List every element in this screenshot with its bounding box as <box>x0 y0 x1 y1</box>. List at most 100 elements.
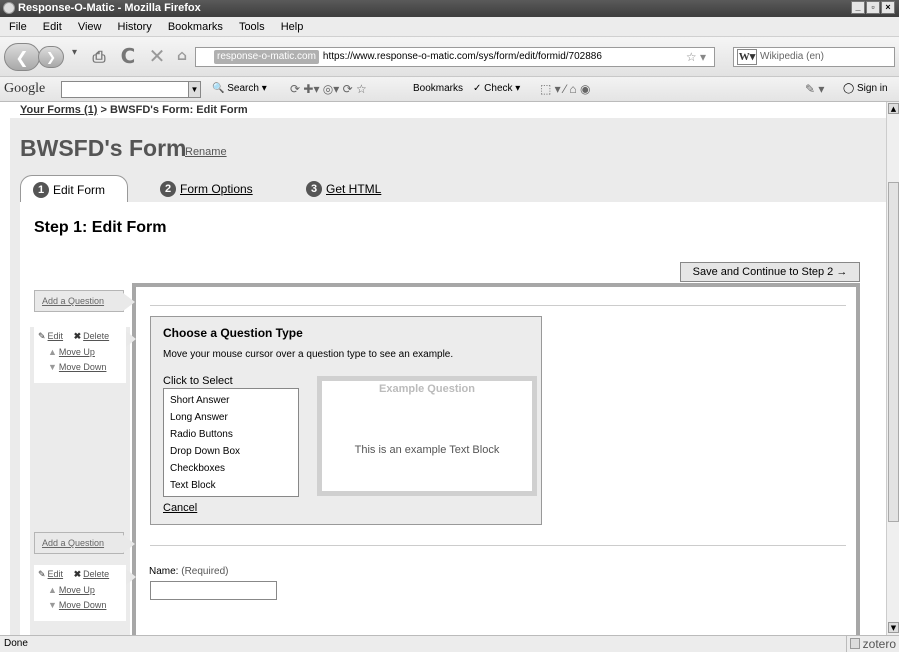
menu-view[interactable]: View <box>78 21 102 33</box>
option-short-answer[interactable]: Short Answer <box>170 392 292 409</box>
step-2-badge: 2 <box>160 180 176 197</box>
question-controls: ✎ Edit ✖ Delete ▲ Move Up ▼ Move Down <box>34 565 136 621</box>
example-text: This is an example Text Block <box>354 444 500 456</box>
question-controls: ✎ Edit ✖ Delete ▲ Move Up ▼ Move Down <box>34 327 136 383</box>
tab-form-options-label[interactable]: Form Options <box>180 182 253 196</box>
url-bar[interactable]: response-o-matic.com https://www.respons… <box>195 47 715 67</box>
scroll-thumb[interactable] <box>888 182 899 522</box>
name-input[interactable] <box>150 581 277 600</box>
google-search-button[interactable]: 🔍 Search ▾ <box>212 83 267 94</box>
history-dropdown-icon[interactable]: ▾ <box>72 47 77 58</box>
minimize-button[interactable]: _ <box>851 1 865 14</box>
step-1-badge: 1 <box>33 181 49 198</box>
tab-form-options[interactable]: 2 Form Options <box>160 175 253 202</box>
google-check-button[interactable]: ✓ Check ▾ <box>473 83 520 94</box>
delete-link[interactable]: Delete <box>83 569 109 579</box>
question-divider <box>150 305 846 306</box>
menu-file[interactable]: File <box>9 21 27 33</box>
print-icon[interactable]: ⎙ <box>88 46 110 68</box>
option-drop-down-box[interactable]: Drop Down Box <box>170 443 292 460</box>
toolbar-icons[interactable]: ⟳ ✚▾ ◎▾ ⟳ ☆ <box>290 82 367 96</box>
google-toolbar: Google ▼ 🔍 Search ▾ ⟳ ✚▾ ◎▾ ⟳ ☆ Bookmark… <box>0 77 899 102</box>
url-text: https://www.response-o-matic.com/sys/for… <box>322 51 602 62</box>
move-up-link[interactable]: Move Up <box>59 585 95 595</box>
option-radio-buttons[interactable]: Radio Buttons <box>170 426 292 443</box>
status-bar: Done zotero <box>0 635 899 652</box>
delete-icon: ✖ <box>73 569 82 579</box>
menu-bar: File Edit View History Bookmarks Tools H… <box>0 17 899 37</box>
edit-icon: ✎ <box>38 331 46 341</box>
move-down-link[interactable]: Move Down <box>59 600 107 610</box>
vertical-scrollbar[interactable]: ▲ ▼ <box>886 102 899 635</box>
google-bookmarks-button[interactable]: Bookmarks <box>413 83 463 94</box>
chooser-pointer <box>140 321 150 337</box>
rename-link[interactable]: Rename <box>185 146 227 158</box>
window-titlebar: Response-O-Matic - Mozilla Firefox _ ▫ × <box>0 0 899 17</box>
move-up-link[interactable]: Move Up <box>59 347 95 357</box>
navigation-toolbar: ❮ ❯ ▾ ⎙ C ✕ ⌂ response-o-matic.com https… <box>0 37 899 77</box>
option-long-answer[interactable]: Long Answer <box>170 409 292 426</box>
move-up-icon: ▲ <box>48 585 57 595</box>
search-box[interactable]: W▾ Wikipedia (en) ⚲ <box>733 47 895 67</box>
question-type-list[interactable]: Short Answer Long Answer Radio Buttons D… <box>163 388 299 497</box>
add-question-button[interactable]: Add a Question <box>34 532 135 554</box>
scroll-down-icon[interactable]: ▼ <box>888 622 899 633</box>
menu-tools[interactable]: Tools <box>239 21 265 33</box>
wrench-icon[interactable]: ✎ ▾ <box>805 82 824 96</box>
forward-button[interactable]: ❯ <box>38 46 64 68</box>
tab-get-html-label[interactable]: Get HTML <box>326 182 381 196</box>
tab-get-html[interactable]: 3 Get HTML <box>306 175 381 202</box>
stop-icon[interactable]: ✕ <box>146 44 168 68</box>
edit-link[interactable]: Edit <box>48 331 64 341</box>
back-button[interactable]: ❮ <box>4 43 40 71</box>
move-up-icon: ▲ <box>48 347 57 357</box>
delete-link[interactable]: Delete <box>83 331 109 341</box>
google-search-input[interactable] <box>61 81 201 98</box>
zotero-button[interactable]: zotero <box>845 636 899 652</box>
example-preview: Example Question This is an example Text… <box>317 376 537 496</box>
chooser-title: Choose a Question Type <box>163 326 303 340</box>
step-3-badge: 3 <box>306 180 322 197</box>
move-down-link[interactable]: Move Down <box>59 362 107 372</box>
chooser-description: Move your mouse cursor over a question t… <box>163 349 454 360</box>
scroll-up-icon[interactable]: ▲ <box>888 103 899 114</box>
reload-icon[interactable]: C <box>117 44 139 68</box>
page-content: Your Forms (1) > BWSFD's Form: Edit Form… <box>0 102 886 635</box>
name-field-label: Name: (Required) <box>149 566 229 577</box>
bookmark-star-icon[interactable]: ☆ ▾ <box>686 48 706 66</box>
menu-edit[interactable]: Edit <box>43 21 62 33</box>
lock-icon <box>849 638 860 649</box>
breadcrumb-current: BWSFD's Form: Edit Form <box>109 104 248 116</box>
menu-help[interactable]: Help <box>281 21 304 33</box>
home-icon[interactable]: ⌂ <box>172 45 192 67</box>
toolbar-tools-icons[interactable]: ⬚ ▾ ⁄ ⌂ ◉ <box>540 82 590 96</box>
google-logo: Google <box>4 81 46 96</box>
google-signin-button[interactable]: ◯ Sign in <box>843 83 888 94</box>
breadcrumb-your-forms-link[interactable]: Your Forms (1) <box>20 104 97 116</box>
search-engine-label: Wikipedia (en) <box>760 51 824 62</box>
tab-edit-form-label: Edit Form <box>53 182 106 197</box>
form-title: BWSFD's Form <box>20 135 187 161</box>
question-divider <box>150 545 846 546</box>
move-down-icon: ▼ <box>48 362 57 372</box>
edit-icon: ✎ <box>38 569 46 579</box>
maximize-button[interactable]: ▫ <box>866 1 880 14</box>
menu-history[interactable]: History <box>118 21 152 33</box>
question-type-chooser: Choose a Question Type Move your mouse c… <box>150 316 542 525</box>
option-text-block[interactable]: Text Block <box>170 477 292 494</box>
delete-icon: ✖ <box>73 331 82 341</box>
edit-link[interactable]: Edit <box>48 569 64 579</box>
menu-bookmarks[interactable]: Bookmarks <box>168 21 223 33</box>
site-identity-badge[interactable]: response-o-matic.com <box>214 50 319 64</box>
google-search-dropdown[interactable]: ▼ <box>188 82 200 97</box>
window-title: Response-O-Matic - Mozilla Firefox <box>18 2 201 14</box>
cancel-link[interactable]: Cancel <box>163 502 197 514</box>
save-continue-button[interactable]: Save and Continue to Step 2 → <box>680 262 860 282</box>
add-question-button[interactable]: Add a Question <box>34 290 135 312</box>
tab-edit-form[interactable]: 1 Edit Form <box>20 175 128 203</box>
status-text: Done <box>4 638 28 649</box>
close-button[interactable]: × <box>881 1 895 14</box>
click-to-select-label: Click to Select <box>163 375 233 387</box>
wikipedia-icon[interactable]: W▾ <box>737 49 757 65</box>
option-checkboxes[interactable]: Checkboxes <box>170 460 292 477</box>
